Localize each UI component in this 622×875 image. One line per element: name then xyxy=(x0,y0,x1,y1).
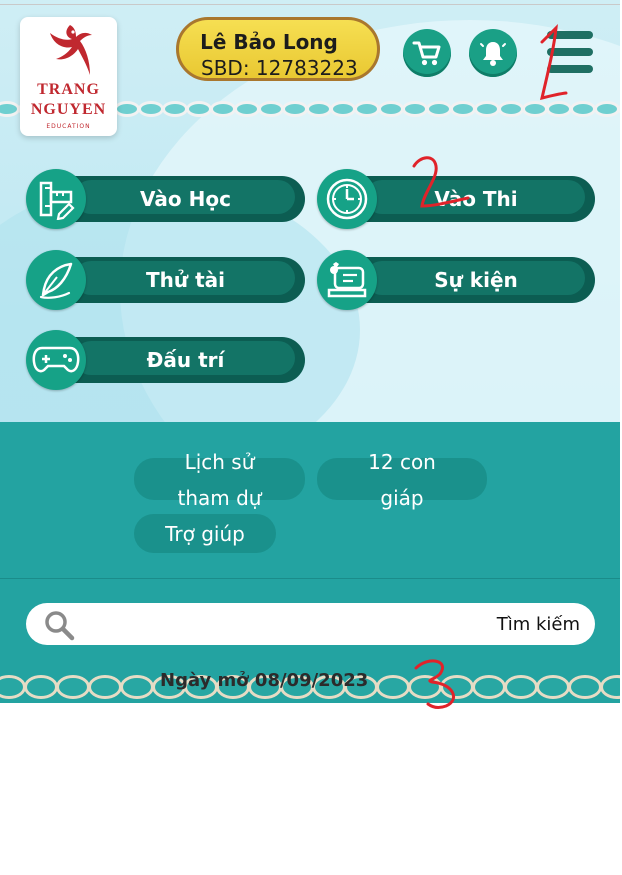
hamburger-menu-icon xyxy=(547,31,593,39)
border-swirl xyxy=(570,101,596,117)
menu-su-kien[interactable]: Sự kiện xyxy=(317,250,595,310)
ruler-pencil-icon xyxy=(39,181,75,220)
border-swirl xyxy=(0,101,20,117)
phoenix-logo-icon xyxy=(50,25,92,75)
border-swirl xyxy=(594,101,620,117)
menu-label: Vào Học xyxy=(140,187,231,211)
logo[interactable]: TRANG NGUYEN EDUCATION xyxy=(20,17,117,136)
border-swirl xyxy=(376,675,410,699)
border-swirl xyxy=(450,101,476,117)
border-swirl xyxy=(120,675,154,699)
zodiac-link-line2[interactable]: giáp xyxy=(317,480,487,516)
border-swirl xyxy=(402,101,428,117)
menu-icon-circle xyxy=(317,250,377,310)
border-swirl xyxy=(600,675,620,699)
menu-icon-circle xyxy=(26,250,86,310)
notification-button[interactable] xyxy=(469,29,517,77)
user-sbd: SBD: 12783223 xyxy=(201,56,358,80)
border-swirl xyxy=(498,101,524,117)
menu-label: Thử tài xyxy=(146,268,225,292)
border-swirl xyxy=(474,101,500,117)
history-link-line2[interactable]: tham dự xyxy=(134,480,305,516)
logo-line2: NGUYEN xyxy=(30,101,107,118)
links-panel xyxy=(0,422,620,703)
logo-line3: EDUCATION xyxy=(46,123,91,130)
border-swirl xyxy=(546,101,572,117)
logo-line1: TRANG xyxy=(37,81,100,98)
border-swirl xyxy=(56,675,90,699)
menu-label: Sự kiện xyxy=(434,268,518,292)
border-swirl xyxy=(24,675,58,699)
zodiac-link-line1[interactable]: 12 con xyxy=(317,444,487,480)
menu-label: Đấu trí xyxy=(146,348,225,372)
border-swirl xyxy=(426,101,452,117)
quill-icon xyxy=(39,262,73,299)
menu-icon-circle xyxy=(317,169,377,229)
border-swirl xyxy=(408,675,442,699)
menu-vao-thi[interactable]: Vào Thi xyxy=(317,169,595,229)
border-swirl xyxy=(378,101,404,117)
border-swirl xyxy=(354,101,380,117)
border-swirl xyxy=(504,675,538,699)
search-placeholder: Tìm kiếm xyxy=(496,614,580,635)
menu-vao-hoc[interactable]: Vào Học xyxy=(26,169,305,229)
user-badge[interactable]: Lê Bảo Long SBD: 12783223 xyxy=(176,17,380,81)
border-swirl xyxy=(88,675,122,699)
top-divider xyxy=(0,4,620,5)
border-swirl xyxy=(330,101,356,117)
border-swirl xyxy=(306,101,332,117)
menu-icon-circle xyxy=(26,330,86,390)
menu-label: Vào Thi xyxy=(434,187,518,211)
search-icon xyxy=(45,611,75,641)
clock-icon xyxy=(326,178,368,220)
cart-button[interactable] xyxy=(403,29,451,77)
border-swirl xyxy=(162,101,188,117)
border-swirl xyxy=(568,675,602,699)
gamepad-icon xyxy=(32,346,80,373)
hamburger-line xyxy=(547,48,593,56)
border-swirl xyxy=(234,101,260,117)
menu-thu-tai[interactable]: Thử tài xyxy=(26,250,305,310)
hamburger-line xyxy=(547,65,593,73)
history-link-line1[interactable]: Lịch sử xyxy=(134,444,305,480)
help-link-label[interactable]: Trợ giúp xyxy=(134,516,276,552)
border-swirl xyxy=(522,101,548,117)
border-swirl xyxy=(138,101,164,117)
border-swirl xyxy=(440,675,474,699)
menu-icon-circle xyxy=(26,169,86,229)
border-swirl xyxy=(258,101,284,117)
panel-divider xyxy=(0,578,620,579)
border-swirl xyxy=(536,675,570,699)
hamburger-menu-button[interactable] xyxy=(543,29,595,75)
bell-icon xyxy=(480,42,506,66)
user-name: Lê Bảo Long xyxy=(200,30,338,54)
border-swirl xyxy=(472,675,506,699)
cart-icon xyxy=(412,41,441,66)
app-screen: TRANG NGUYEN EDUCATION Lê Bảo Long SBD: … xyxy=(0,0,622,703)
open-date: Ngày mở 08/09/2023 xyxy=(160,670,369,691)
border-swirl xyxy=(114,101,140,117)
border-swirl xyxy=(210,101,236,117)
border-swirl xyxy=(282,101,308,117)
search-input[interactable]: Tìm kiếm xyxy=(26,603,595,645)
border-swirl xyxy=(186,101,212,117)
border-swirl xyxy=(0,675,26,699)
event-card-icon xyxy=(327,262,367,298)
menu-dau-tri[interactable]: Đấu trí xyxy=(26,330,305,390)
